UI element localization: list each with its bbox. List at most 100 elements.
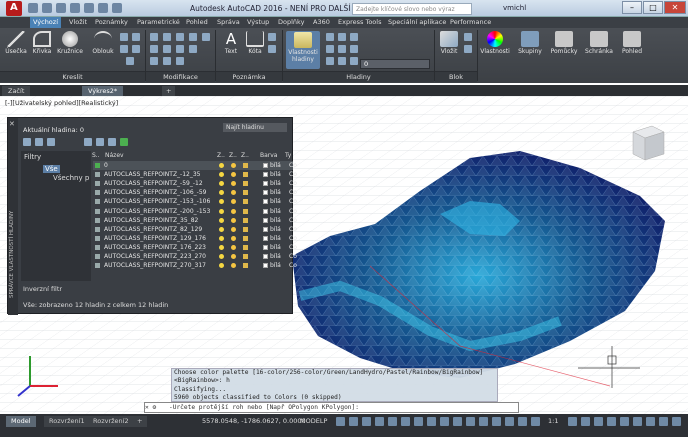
- tab-3[interactable]: Parametrické: [134, 17, 183, 28]
- add-layout-button[interactable]: +: [132, 416, 148, 427]
- sun-icon[interactable]: [231, 254, 236, 259]
- color-swatch[interactable]: [263, 163, 268, 168]
- tab-1[interactable]: Vložit: [66, 17, 90, 28]
- delete-layer-icon[interactable]: [108, 138, 116, 146]
- color-swatch[interactable]: [263, 254, 268, 259]
- panel-draw[interactable]: Kreslit: [0, 71, 145, 82]
- workspace-icon[interactable]: [568, 417, 577, 426]
- open-icon[interactable]: [42, 3, 52, 13]
- explode-icon[interactable]: [189, 45, 197, 53]
- layer-linetype[interactable]: Co: [289, 188, 297, 197]
- layer-row[interactable]: AUTOCLASS_REFPOINTZ_-59_-12 bílá Co: [93, 179, 297, 188]
- panel-annotation[interactable]: Poznámka: [216, 71, 282, 82]
- layer-properties-button[interactable]: Vlastnosti hladiny: [286, 31, 320, 69]
- color-swatch[interactable]: [263, 190, 268, 196]
- tab-2[interactable]: Poznámky: [92, 17, 131, 28]
- quick-properties-icon[interactable]: [607, 417, 616, 426]
- tab-model[interactable]: Model: [6, 416, 36, 427]
- utilities-button[interactable]: Pomůcky: [548, 31, 580, 55]
- trim-icon[interactable]: [176, 33, 184, 41]
- draw-tool-icon[interactable]: [132, 45, 140, 53]
- color-swatch[interactable]: [263, 263, 268, 269]
- layer-row[interactable]: AUTOCLASS_REFPOINTZ_270_317 bílá Co: [93, 261, 297, 270]
- line-button[interactable]: Úsečka: [4, 31, 28, 55]
- annotation-monitor-icon[interactable]: [581, 417, 590, 426]
- filter-all[interactable]: Vše: [43, 165, 60, 173]
- color-swatch[interactable]: [263, 244, 268, 250]
- erase-icon[interactable]: [189, 33, 197, 41]
- layer-row[interactable]: AUTOCLASS_REFPOINTZ_-153_-106 bílá Co: [93, 197, 297, 206]
- view-button[interactable]: Pohled: [618, 31, 646, 55]
- command-icon[interactable]: ✕ ⚙: [145, 403, 169, 412]
- search-input[interactable]: Zadejte klíčové slovo nebo výraz: [352, 3, 472, 15]
- layer-row[interactable]: AUTOCLASS_REFPOINTZ_223_270 bílá Co: [93, 252, 297, 261]
- color-swatch[interactable]: [263, 172, 268, 178]
- layer-row[interactable]: AUTOCLASS_REFPOINTZ_-200_-153 bílá Co: [93, 207, 297, 216]
- sun-icon[interactable]: [231, 217, 236, 223]
- lock-icon[interactable]: [243, 226, 248, 232]
- panel-layers[interactable]: Hladiny: [283, 71, 434, 82]
- new-layer-frozen-icon[interactable]: [96, 138, 104, 146]
- text-button[interactable]: A Text: [220, 31, 242, 55]
- isolate-objects-icon[interactable]: [633, 417, 642, 426]
- sun-icon[interactable]: [231, 235, 236, 241]
- lock-icon[interactable]: [243, 254, 248, 259]
- block-icon[interactable]: [464, 33, 472, 41]
- new-icon[interactable]: [28, 3, 38, 13]
- col-linetype[interactable]: Ty: [285, 151, 291, 160]
- gizmo-icon[interactable]: [492, 417, 501, 426]
- save-as-icon[interactable]: [70, 3, 80, 13]
- close-icon[interactable]: ✕: [9, 120, 17, 128]
- sun-icon[interactable]: [231, 163, 236, 168]
- layer-tool-icon[interactable]: [326, 33, 334, 41]
- lightbulb-icon[interactable]: [219, 208, 224, 214]
- col-on[interactable]: Z..: [217, 151, 225, 160]
- redo-icon[interactable]: [112, 3, 122, 13]
- polyline-button[interactable]: Křivka: [30, 31, 54, 55]
- stretch-icon[interactable]: [150, 57, 158, 65]
- layer-row[interactable]: AUTOCLASS_REFPOINTZ_-106_-59 bílá Co: [93, 188, 297, 197]
- new-filter-icon[interactable]: [23, 138, 31, 146]
- sun-icon[interactable]: [231, 226, 236, 232]
- tab-7[interactable]: Doplňky: [275, 17, 307, 28]
- tab-6[interactable]: Výstup: [244, 17, 272, 28]
- grid-icon[interactable]: [336, 417, 345, 426]
- panel-block[interactable]: Blok: [435, 71, 477, 82]
- lightbulb-icon[interactable]: [219, 163, 224, 168]
- lock-icon[interactable]: [243, 163, 248, 168]
- lock-icon[interactable]: [243, 235, 248, 241]
- undo-icon[interactable]: [98, 3, 108, 13]
- layer-linetype[interactable]: Co: [289, 216, 297, 225]
- sun-icon[interactable]: [231, 190, 236, 196]
- lock-icon[interactable]: [243, 263, 248, 269]
- layer-linetype[interactable]: Co: [289, 243, 297, 252]
- draw-tool-icon[interactable]: [120, 45, 128, 53]
- user-name[interactable]: vmichl: [503, 4, 526, 12]
- layer-row[interactable]: AUTOCLASS_REFPOINTZ_-12_35 bílá Co: [93, 170, 297, 179]
- sun-icon[interactable]: [231, 199, 236, 205]
- units-icon[interactable]: [594, 417, 603, 426]
- modify-icon[interactable]: [202, 33, 210, 41]
- selection-cycling-icon[interactable]: [440, 417, 449, 426]
- group-filter-icon[interactable]: [35, 138, 43, 146]
- lightbulb-icon[interactable]: [219, 226, 224, 232]
- dimension-button[interactable]: Kóta: [244, 31, 266, 55]
- sun-icon[interactable]: [231, 172, 236, 178]
- dynamic-ucs-icon[interactable]: [466, 417, 475, 426]
- copy-icon[interactable]: [150, 45, 158, 53]
- transparency-icon[interactable]: [427, 417, 436, 426]
- tab-drawing[interactable]: Výkres2*: [82, 86, 124, 96]
- minimize-button[interactable]: –: [622, 1, 642, 14]
- selection-filter-icon[interactable]: [479, 417, 488, 426]
- col-status[interactable]: S..: [92, 151, 100, 160]
- layer-tool-icon[interactable]: [350, 45, 358, 53]
- layer-tool-icon[interactable]: [326, 57, 334, 65]
- snap-icon[interactable]: [349, 417, 358, 426]
- leader-icon[interactable]: [268, 33, 276, 41]
- filter-used[interactable]: Všechny p: [53, 174, 89, 182]
- state-manager-icon[interactable]: [47, 138, 55, 146]
- otrack-icon[interactable]: [401, 417, 410, 426]
- lightbulb-icon[interactable]: [219, 190, 224, 196]
- annotation-scale-icon[interactable]: [531, 417, 540, 426]
- lightbulb-icon[interactable]: [219, 263, 224, 269]
